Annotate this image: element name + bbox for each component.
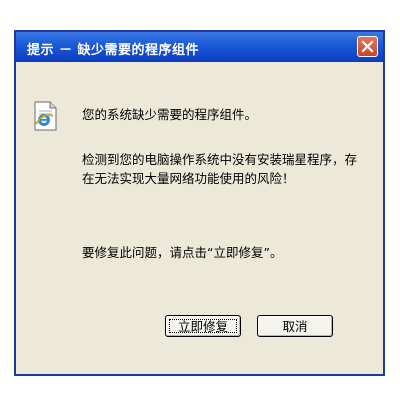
message-instruction: 要修复此问题，请点击“立即修复”。 <box>82 245 283 260</box>
title-bar[interactable]: 提示 － 缺少需要的程序组件 <box>16 32 383 62</box>
message-summary: 您的系统缺少需要的程序组件。 <box>82 107 258 122</box>
fix-now-button[interactable]: 立即修复 <box>165 315 241 337</box>
dialog-content: 您的系统缺少需要的程序组件。 检测到您的电脑操作系统中没有安装瑞星程序，存在无法… <box>16 62 383 374</box>
close-button[interactable] <box>357 36 378 57</box>
cancel-button-label: 取消 <box>282 318 308 334</box>
message-detail: 检测到您的电脑操作系统中没有安装瑞星程序，存在无法实现大量网络功能使用的风险！ <box>82 152 358 186</box>
ie-document-icon <box>34 101 57 131</box>
close-icon <box>361 40 374 53</box>
dialog-window: 提示 － 缺少需要的程序组件 您的系统缺少需要的程序组件。 检测到您的电脑操作系… <box>14 30 385 376</box>
window-title: 提示 － 缺少需要的程序组件 <box>27 43 200 58</box>
focus-outline <box>169 319 237 333</box>
cancel-button[interactable]: 取消 <box>257 315 333 337</box>
